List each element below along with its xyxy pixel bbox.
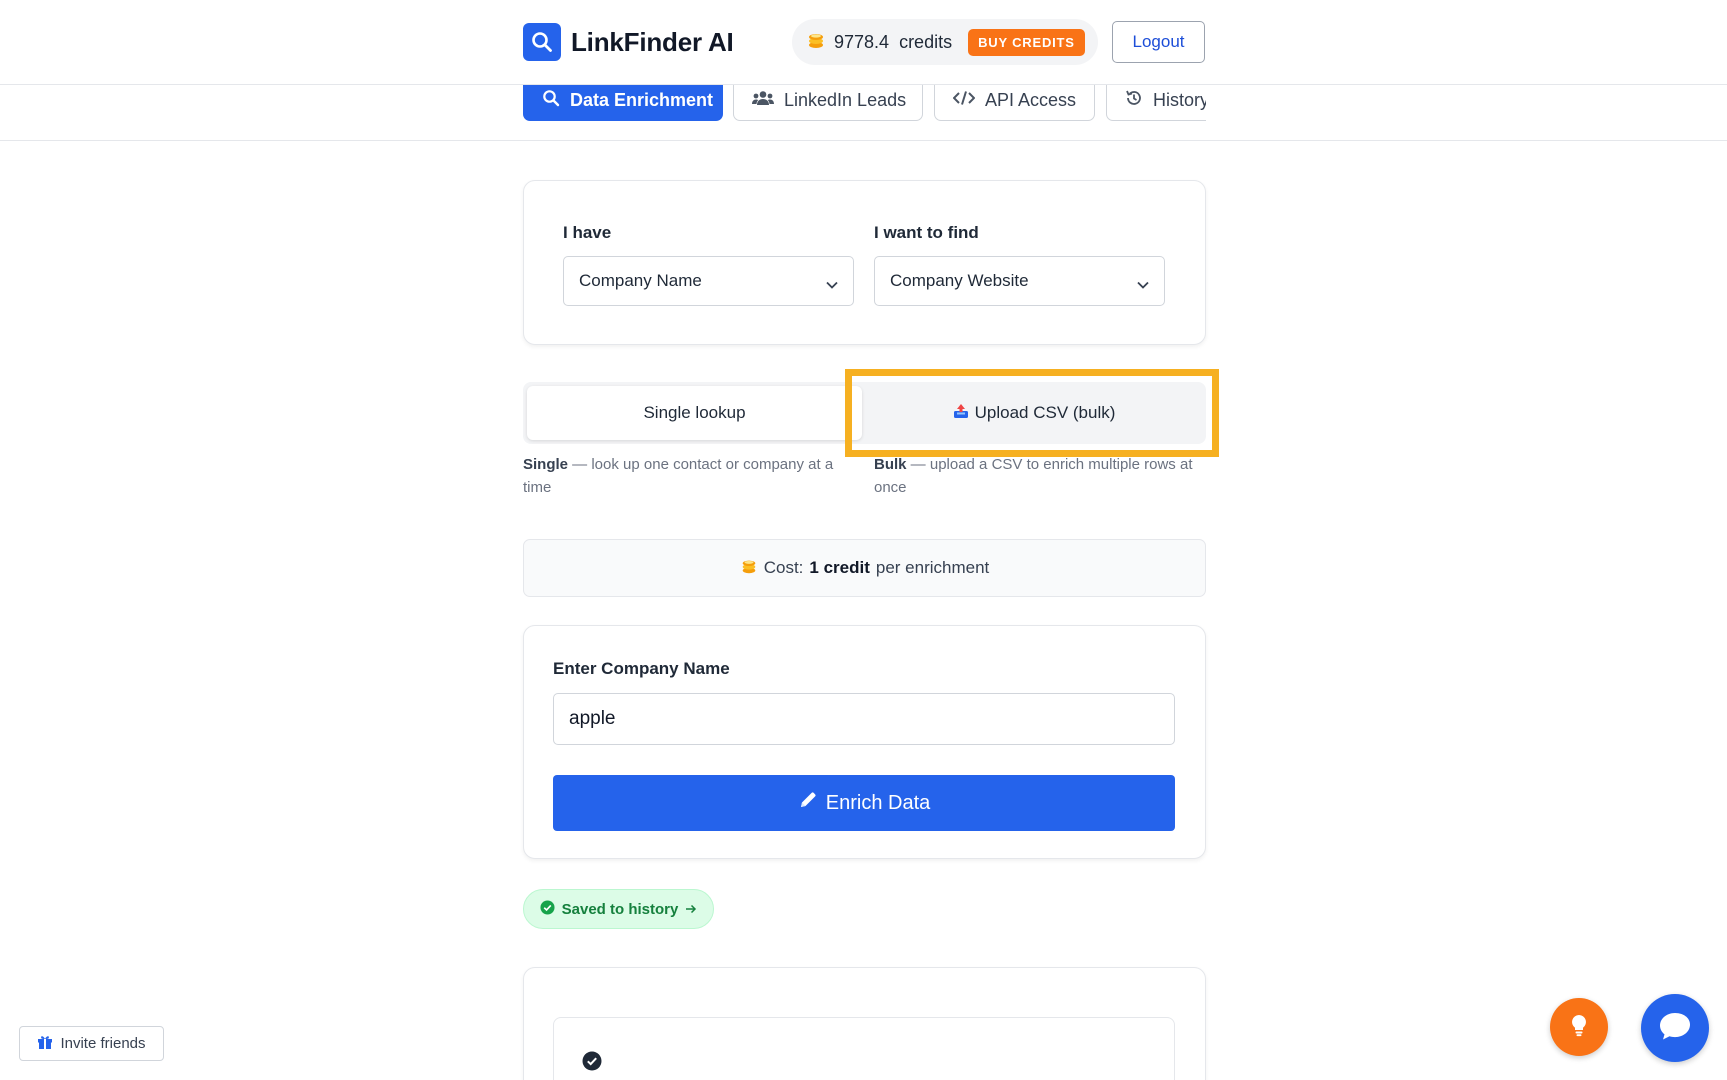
single-lookup-label: Single lookup xyxy=(643,403,746,422)
chevron-down-icon xyxy=(825,275,839,295)
tab-history[interactable]: History xyxy=(1106,85,1206,121)
chevron-down-icon xyxy=(1136,275,1150,295)
saved-label: Saved to history xyxy=(561,900,679,918)
cost-prefix: Cost: xyxy=(763,558,804,577)
code-icon xyxy=(952,90,976,111)
search-icon xyxy=(542,89,560,112)
enrich-data-button[interactable]: Enrich Data xyxy=(553,775,1175,831)
app-name: LinkFinder AI xyxy=(571,26,734,57)
tab-linkedin-leads[interactable]: LinkedIn Leads xyxy=(733,85,923,121)
users-icon xyxy=(752,90,774,111)
company-name-input[interactable] xyxy=(553,693,1175,745)
top-header: LinkFinder AI 9778.4 credits BUY CREDITS… xyxy=(0,0,1727,85)
upload-csv-label: Upload CSV (bulk) xyxy=(974,403,1116,422)
have-label: I have xyxy=(563,223,612,242)
tab-data-enrichment[interactable]: Data Enrichment xyxy=(523,85,723,121)
invite-friends-button[interactable]: Invite friends xyxy=(19,1026,164,1061)
tab-scroll-area: Data Enrichment LinkedIn Leads API Acces… xyxy=(523,85,1206,141)
tab-api-access[interactable]: API Access xyxy=(934,85,1095,121)
check-circle-icon xyxy=(582,1051,602,1076)
chat-button[interactable] xyxy=(1641,994,1709,1062)
logout-button[interactable]: Logout xyxy=(1112,21,1205,63)
saved-to-history-link[interactable]: Saved to history xyxy=(523,889,714,929)
chat-bubble-icon xyxy=(1658,1011,1692,1046)
arrow-right-icon xyxy=(685,901,697,918)
credits-balance: 9778.4 credits BUY CREDITS xyxy=(792,19,1098,65)
tab-label: LinkedIn Leads xyxy=(784,89,907,110)
find-select-value: Company Website xyxy=(890,271,1029,290)
pencil-icon xyxy=(798,790,818,816)
tab-label: API Access xyxy=(985,89,1077,110)
find-label: I want to find xyxy=(874,223,979,242)
check-circle-icon xyxy=(540,899,555,919)
search-icon xyxy=(523,23,561,61)
bulk-mode-description: Bulk — upload a CSV to enrich multiple r… xyxy=(874,456,1193,496)
coins-icon xyxy=(806,30,826,55)
upload-csv-option[interactable]: Upload CSV (bulk) xyxy=(866,386,1202,440)
invite-friends-label: Invite friends xyxy=(60,1035,146,1052)
enrich-data-label: Enrich Data xyxy=(825,791,931,814)
single-lookup-option[interactable]: Single lookup xyxy=(527,386,862,440)
history-icon xyxy=(1125,89,1143,112)
cost-info: Cost: 1 credit per enrichment xyxy=(523,539,1206,597)
cost-suffix: per enrichment xyxy=(875,558,990,577)
tab-label: History xyxy=(1153,89,1206,110)
buy-credits-button[interactable]: BUY CREDITS xyxy=(968,28,1085,56)
lightbulb-icon xyxy=(1569,1013,1589,1042)
tab-label: Data Enrichment xyxy=(570,89,714,110)
company-name-label: Enter Company Name xyxy=(553,659,730,678)
mode-toggle: Single lookup Upload CSV (bulk) xyxy=(523,382,1206,444)
have-select[interactable]: Company Name xyxy=(563,256,854,306)
credits-amount: 9778.4 xyxy=(834,31,890,52)
find-select[interactable]: Company Website xyxy=(874,256,1165,306)
brand-logo[interactable]: LinkFinder AI xyxy=(523,23,734,61)
have-select-value: Company Name xyxy=(579,271,702,290)
coins-icon xyxy=(740,557,758,580)
result-panel xyxy=(553,1017,1175,1080)
credits-label: credits xyxy=(899,31,953,52)
single-mode-description: Single — look up one contact or company … xyxy=(523,456,834,496)
inbox-tray-icon xyxy=(953,403,969,424)
cost-amount: 1 credit xyxy=(809,558,870,577)
tab-bar: Data Enrichment LinkedIn Leads API Acces… xyxy=(0,85,1727,141)
tips-button[interactable] xyxy=(1550,998,1608,1056)
gift-icon xyxy=(37,1034,53,1054)
